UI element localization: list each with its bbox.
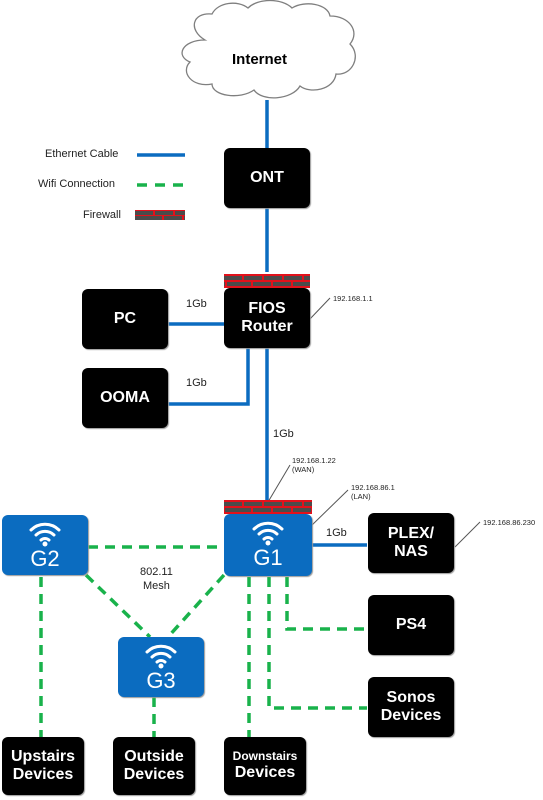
sonos-label-line1: Sonos (386, 688, 436, 706)
upstairs-label-line1: Upstairs (10, 747, 76, 765)
legend-ethernet-label: Ethernet Cable (45, 148, 119, 160)
g2-label: G2 (30, 546, 60, 571)
g3-label: G3 (146, 668, 176, 693)
g1-wan-ip-leader (267, 464, 291, 503)
legend-firewall-label: Firewall (83, 209, 121, 221)
router-g1-link-speed: 1Gb (273, 428, 294, 440)
outside-devices-node[interactable]: Outside Devices (113, 737, 195, 795)
ooma-node[interactable]: OOMA (82, 368, 168, 428)
sonos-label-line2: Devices (380, 707, 442, 724)
wifi-icon (252, 521, 284, 546)
sonos-node[interactable]: Sonos Devices (368, 677, 454, 737)
upstairs-label-line2: Devices (12, 766, 74, 783)
ps4-node[interactable]: PS4 (368, 595, 454, 655)
downstairs-label-line2: Devices (234, 763, 296, 781)
g3-access-point[interactable]: G3 (118, 637, 204, 697)
ps4-label: PS4 (395, 615, 427, 633)
wifi-icon (145, 644, 177, 669)
ont-label: ONT (250, 168, 284, 186)
pc-link-speed: 1Gb (186, 298, 207, 310)
legend-wifi-label: Wifi Connection (38, 178, 116, 190)
router-firewall-icon (224, 274, 310, 288)
router-label-line2: Router (241, 318, 293, 335)
plex-label-line1: PLEX/ (387, 524, 435, 542)
g1-wan-ip: 192.168.1.22 (WAN) (292, 456, 336, 474)
internet-label: Internet (232, 51, 288, 68)
g1-wan-ip-tag: (WAN) (292, 465, 315, 474)
downstairs-label-line1: Downstairs (232, 748, 298, 763)
ont-node[interactable]: ONT (224, 148, 310, 208)
g1-label: G1 (253, 545, 283, 570)
router-ip-leader (308, 297, 331, 321)
ethernet-ooma-router (168, 348, 250, 406)
outside-label-line2: Devices (123, 766, 185, 783)
legend-firewall-icon (135, 210, 185, 220)
pc-node[interactable]: PC (82, 289, 168, 349)
plex-ip: 192.168.86.230 (483, 518, 536, 527)
plex-nas-node[interactable]: PLEX/ NAS (368, 513, 454, 573)
router-label-line1: FIOS (248, 299, 286, 317)
wifi-g1-ps4 (285, 577, 367, 631)
pc-label: PC (113, 309, 137, 327)
g1-lan-ip-tag: (LAN) (351, 492, 371, 501)
g1-wan-ip-address: 192.168.1.22 (292, 456, 336, 465)
wifi-g1-sonos (267, 577, 367, 710)
outside-label-line1: Outside (124, 747, 184, 765)
downstairs-devices-node[interactable]: Downstairs Devices (224, 737, 306, 795)
fios-router-node[interactable]: FIOS Router (224, 288, 310, 348)
plex-label-line2: NAS (394, 543, 428, 560)
g1-firewall-icon (224, 500, 312, 514)
router-ip: 192.168.1.1 (333, 294, 373, 303)
g1-plex-link-speed: 1Gb (326, 527, 347, 539)
upstairs-devices-node[interactable]: Upstairs Devices (2, 737, 84, 795)
plex-ip-leader (454, 521, 481, 548)
g1-lan-ip-leader (309, 489, 349, 528)
g2-access-point[interactable]: G2 (2, 515, 88, 575)
wifi-g1-g3 (166, 573, 226, 639)
mesh-label-line1: 802.11 (140, 566, 173, 578)
g1-lan-ip-address: 192.168.86.1 (351, 483, 395, 492)
g1-lan-ip: 192.168.86.1 (LAN) (351, 483, 395, 501)
ooma-link-speed: 1Gb (186, 377, 207, 389)
wifi-icon (29, 522, 61, 547)
g1-access-point[interactable]: G1 (224, 514, 312, 576)
mesh-label-line2: Mesh (142, 580, 170, 592)
internet-cloud-shape (181, 0, 356, 99)
ooma-label: OOMA (100, 388, 150, 406)
mesh-label: 802.11 Mesh (140, 565, 173, 593)
